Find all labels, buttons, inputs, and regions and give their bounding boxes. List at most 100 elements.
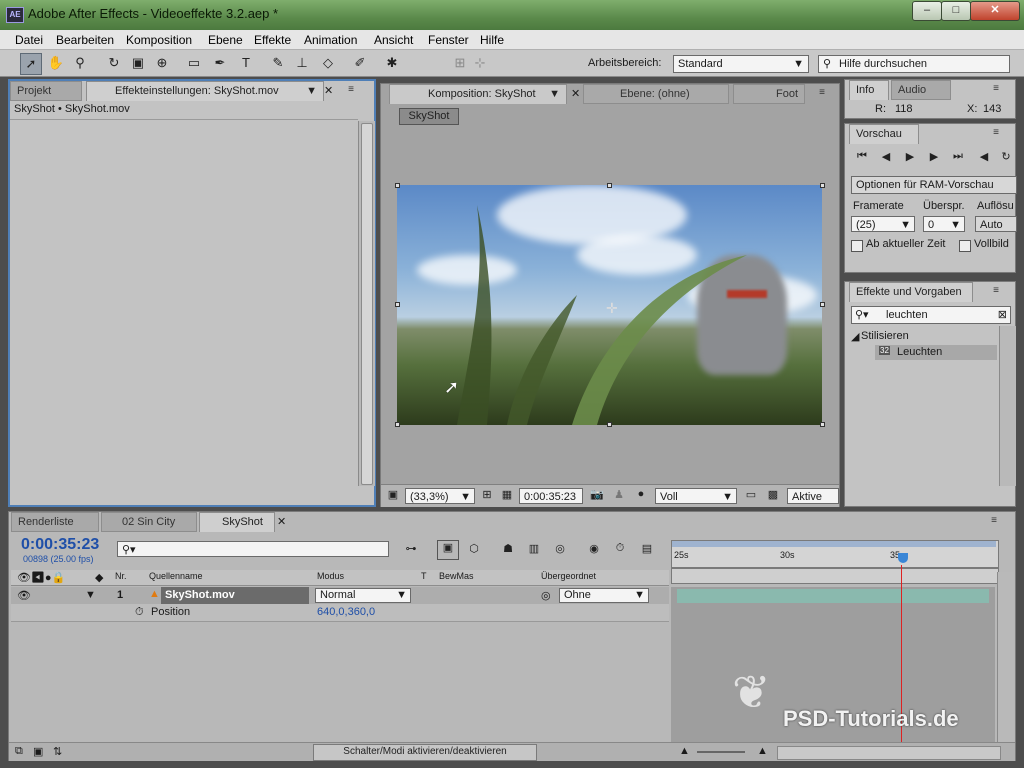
tab-layer[interactable]: Ebene: (ohne) xyxy=(583,84,729,104)
comp-mini-flowchart-icon[interactable]: ⊶ xyxy=(401,542,421,555)
parent-select[interactable]: Ohne ▼ xyxy=(559,588,649,603)
resolution-select[interactable]: Voll ▼ xyxy=(655,488,737,504)
zoom-tool-icon[interactable]: ⚲ xyxy=(70,53,90,73)
eye-icon[interactable]: 👁 xyxy=(17,589,31,602)
brainstorm-icon[interactable]: ◉ xyxy=(585,542,603,555)
menu-bearbeiten[interactable]: Bearbeiten xyxy=(56,33,114,47)
layer-search-input[interactable]: ⚲▾ xyxy=(117,541,389,557)
layer-handle[interactable] xyxy=(820,422,825,427)
framerate-select[interactable]: (25) ▼ xyxy=(851,216,915,232)
close-tab-icon[interactable]: ✕ xyxy=(277,515,286,528)
world-axis-icon[interactable]: ⊹ xyxy=(470,53,490,73)
brush-tool-icon[interactable]: ✎ xyxy=(268,53,288,73)
snapshot-camera-icon[interactable]: 📷 xyxy=(589,488,605,501)
layer-handle[interactable] xyxy=(395,302,400,307)
label-tag-icon[interactable]: ◆ xyxy=(95,571,103,584)
layer-switches-icon[interactable]: ⧉ xyxy=(15,745,23,758)
zoom-select[interactable]: (33,3%) ▼ xyxy=(405,488,475,504)
zoom-slider[interactable] xyxy=(697,751,745,753)
hand-tool-icon[interactable]: ✋ xyxy=(46,53,66,73)
layer-duration-bar[interactable] xyxy=(677,589,989,603)
menu-fenster[interactable]: Fenster xyxy=(428,33,469,47)
layer-name-cell[interactable]: SkyShot.mov xyxy=(161,587,309,604)
channels-rgb-icon[interactable]: ● xyxy=(633,488,649,500)
skip-select[interactable]: 0 ▼ xyxy=(923,216,965,232)
previous-frame-icon[interactable]: ◀ xyxy=(879,150,893,163)
toggle-switches-modes-button[interactable]: Schalter/Modi aktivieren/deaktivieren xyxy=(313,744,537,761)
blend-mode-select[interactable]: Normal ▼ xyxy=(315,588,411,603)
vertical-scrollbar[interactable] xyxy=(997,572,1014,742)
expand-arrow-icon[interactable]: ▼ xyxy=(85,589,96,601)
collapse-arrow-icon[interactable]: ◢ xyxy=(851,330,859,343)
pick-whip-icon[interactable]: ◎ xyxy=(541,589,551,602)
camera-tool-icon[interactable]: ▣ xyxy=(128,53,148,73)
in-out-icon[interactable]: ⇅ xyxy=(53,745,62,758)
tab-composition[interactable]: Komposition: SkyShot ▼ xyxy=(389,84,567,104)
current-time-field[interactable]: 0:00:35:23 xyxy=(519,488,583,504)
layer-handle[interactable] xyxy=(395,422,400,427)
playhead-handle[interactable] xyxy=(898,553,908,563)
tab-footage[interactable]: Foot xyxy=(733,84,805,104)
current-time-display[interactable]: 0:00:35:23 xyxy=(21,536,99,554)
text-tool-icon[interactable]: T xyxy=(236,53,256,73)
show-snapshot-icon[interactable]: ♟ xyxy=(611,488,627,501)
property-value[interactable]: 640,0,360,0 xyxy=(317,606,375,618)
next-frame-icon[interactable]: ▶ xyxy=(927,150,941,163)
maximize-button[interactable]: □ xyxy=(941,1,971,21)
puppet-pin-tool-icon[interactable]: ✱ xyxy=(382,53,402,73)
scrollbar-thumb[interactable] xyxy=(361,123,373,485)
pen-tool-icon[interactable]: ✒ xyxy=(210,53,230,73)
menu-datei[interactable]: Datei xyxy=(15,33,43,47)
tab-effects-presets[interactable]: Effekte und Vorgaben xyxy=(849,282,973,302)
tab-skyshot[interactable]: SkyShot xyxy=(199,512,275,532)
horizontal-scrollbar[interactable] xyxy=(777,746,1001,760)
chevron-down-icon[interactable]: ▼ xyxy=(306,82,317,101)
rotate-tool-icon[interactable]: ↻ xyxy=(104,53,124,73)
menu-hilfe[interactable]: Hilfe xyxy=(480,33,504,47)
effect-category[interactable]: Stilisieren xyxy=(861,330,909,342)
layer-handle[interactable] xyxy=(607,183,612,188)
layer-handle[interactable] xyxy=(395,183,400,188)
workspace-select[interactable]: Standard ▼ xyxy=(673,55,809,73)
transparency-grid-icon[interactable]: ▩ xyxy=(765,488,781,501)
menu-animation[interactable]: Animation xyxy=(304,33,357,47)
tab-02-sin-city[interactable]: 02 Sin City xyxy=(101,512,197,532)
time-ruler[interactable]: 25s 30s 35s xyxy=(671,540,999,568)
composition-viewer-frame[interactable]: ✛ ➚ xyxy=(397,185,822,425)
comp-navigator-button[interactable]: SkyShot xyxy=(399,108,459,125)
mask-visibility-icon[interactable]: ▦ xyxy=(499,488,515,501)
time-navigator[interactable] xyxy=(671,568,999,584)
tab-effect-controls[interactable]: Effekteinstellungen: SkyShot.mov ▼ xyxy=(86,81,324,101)
loop-icon[interactable]: ↻ xyxy=(999,150,1013,163)
list-item[interactable]: 32 Leuchten xyxy=(875,345,997,360)
minimize-button[interactable]: – xyxy=(912,1,942,21)
help-search-input[interactable]: ⚲ Hilfe durchsuchen xyxy=(818,55,1010,73)
last-frame-icon[interactable]: ⏭ xyxy=(951,150,965,163)
layer-handle[interactable] xyxy=(607,422,612,427)
rectangle-tool-icon[interactable]: ▭ xyxy=(184,53,204,73)
auto-keyframe-icon[interactable]: ⏱ xyxy=(611,542,629,555)
fullscreen-checkbox[interactable] xyxy=(959,240,971,252)
menu-effekte[interactable]: Effekte xyxy=(254,33,291,47)
menu-ansicht[interactable]: Ansicht xyxy=(374,33,413,47)
layer-handle[interactable] xyxy=(820,302,825,307)
panel-menu-icon[interactable]: ≡ xyxy=(811,87,833,100)
av-switches-icon[interactable]: 👁◀●🔒 xyxy=(17,571,65,584)
menu-ebene[interactable]: Ebene xyxy=(208,33,243,47)
axis-mode-icon[interactable]: ⊞ xyxy=(450,53,470,73)
transfer-controls-icon[interactable]: ▣ xyxy=(33,745,43,758)
first-frame-icon[interactable]: ⏮ xyxy=(855,150,869,163)
always-preview-icon[interactable]: ▣ xyxy=(385,488,401,501)
panel-menu-icon[interactable]: ≡ xyxy=(985,127,1007,140)
eraser-tool-icon[interactable]: ◇ xyxy=(318,53,338,73)
selection-tool-icon[interactable]: ➚ xyxy=(20,53,42,75)
panel-menu-icon[interactable]: ≡ xyxy=(985,285,1007,298)
frame-blending-icon[interactable]: ▥ xyxy=(525,542,543,555)
zoom-in-icon[interactable]: ▲ xyxy=(757,745,768,757)
column-source-name[interactable]: Quellenname xyxy=(149,571,203,581)
chevron-down-icon[interactable]: ▼ xyxy=(549,85,560,104)
grid-guides-icon[interactable]: ⊞ xyxy=(479,488,495,501)
clear-search-icon[interactable]: ⊠ xyxy=(998,307,1007,323)
anchor-point-icon[interactable]: ✛ xyxy=(606,300,618,317)
zoom-out-icon[interactable]: ▲ xyxy=(679,745,690,757)
